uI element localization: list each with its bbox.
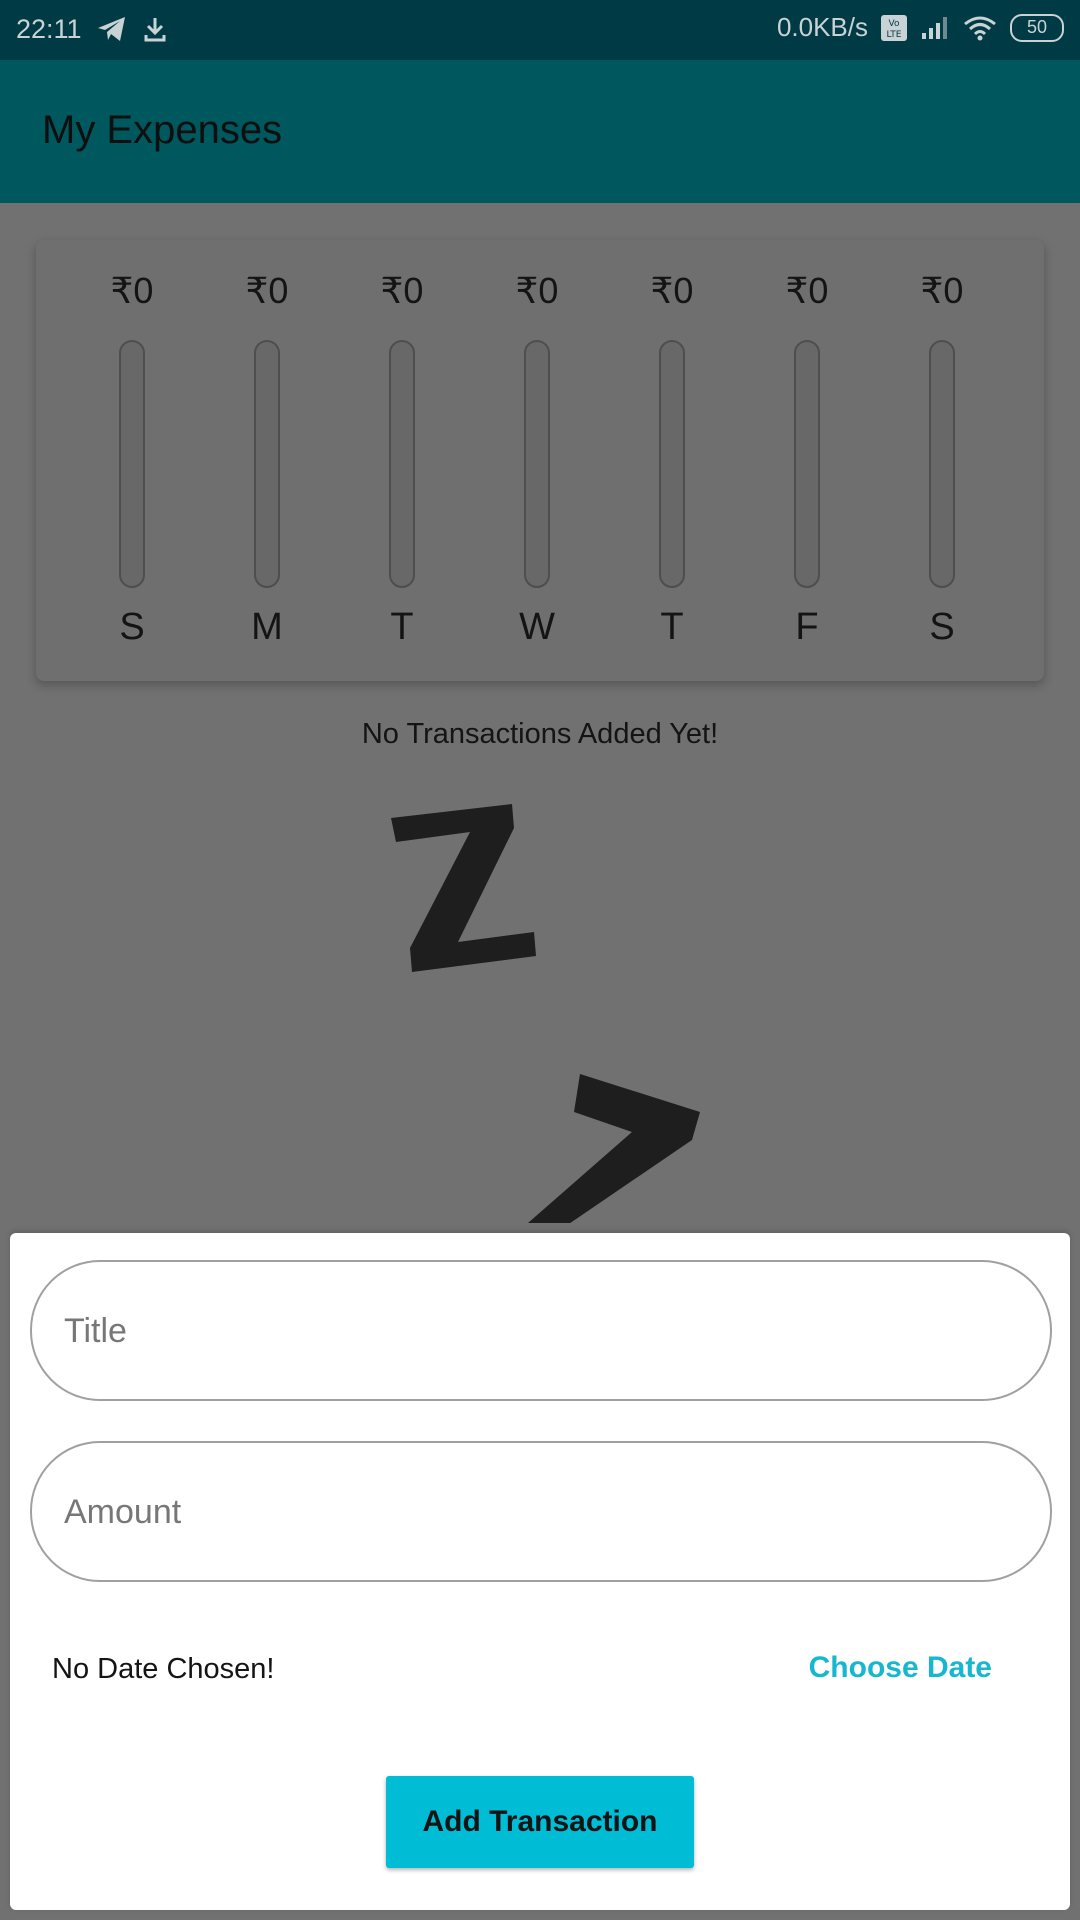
bar-track <box>659 340 685 588</box>
bar-amount: ₹0 <box>245 270 289 311</box>
bar-day-label: T <box>660 606 684 648</box>
wifi-icon <box>964 16 996 40</box>
app-bar: My Expenses <box>0 60 1080 203</box>
network-speed: 0.0KB/s <box>776 12 868 42</box>
battery-level: 50 <box>1026 17 1048 37</box>
chart-bar-thursday: ₹0 T <box>612 240 732 681</box>
chart-bar-friday: ₹0 F <box>747 240 867 681</box>
bar-track <box>254 340 280 588</box>
chart-bar-sunday: ₹0 S <box>72 240 192 681</box>
chosen-date-label: No Date Chosen! <box>52 1653 275 1685</box>
status-time: 22:11 <box>16 14 82 44</box>
amount-input[interactable] <box>62 1443 1016 1582</box>
svg-text:Vo: Vo <box>889 19 900 29</box>
bar-amount: ₹0 <box>380 270 424 311</box>
telegram-icon <box>98 17 125 41</box>
bar-amount: ₹0 <box>920 270 964 311</box>
battery-icon: 50 <box>1010 13 1064 42</box>
download-icon <box>144 18 166 42</box>
title-input[interactable] <box>62 1262 1016 1401</box>
bar-track <box>389 340 415 588</box>
empty-transactions-message: No Transactions Added Yet! <box>361 718 719 750</box>
bar-day-label: F <box>795 606 819 648</box>
bar-amount: ₹0 <box>650 270 694 311</box>
svg-text:LTE: LTE <box>887 30 902 40</box>
sleeping-zzz-image <box>0 760 1080 1223</box>
bar-track <box>929 340 955 588</box>
weekly-chart-card: ₹0 S ₹0 M ₹0 T ₹0 W ₹0 T ₹0 F ₹0 S <box>36 240 1044 681</box>
bar-track <box>119 340 145 588</box>
app-title: My Expenses <box>42 108 283 152</box>
bar-amount: ₹0 <box>110 270 154 311</box>
bar-amount: ₹0 <box>785 270 829 311</box>
chart-bar-saturday: ₹0 S <box>882 240 1002 681</box>
bar-amount: ₹0 <box>515 270 559 311</box>
status-bar: 22:11 0.0KB/s Vo LTE 50 <box>0 0 1080 60</box>
status-right-icons: 0.0KB/s Vo LTE 50 <box>777 12 1064 43</box>
chart-bar-tuesday: ₹0 T <box>342 240 462 681</box>
volte-icon: Vo LTE <box>881 14 907 41</box>
chart-bar-wednesday: ₹0 W <box>477 240 597 681</box>
status-left-icons <box>96 14 168 44</box>
bar-day-label: S <box>119 606 145 648</box>
bar-track <box>794 340 820 588</box>
choose-date-button[interactable]: Choose Date <box>809 1651 992 1685</box>
signal-icon <box>922 16 947 39</box>
bar-day-label: S <box>929 606 955 648</box>
bar-day-label: T <box>390 606 414 648</box>
bar-day-label: W <box>519 606 555 648</box>
chart-bar-monday: ₹0 M <box>207 240 327 681</box>
add-transaction-button[interactable]: Add Transaction <box>386 1776 694 1868</box>
bar-track <box>524 340 550 588</box>
bar-day-label: M <box>251 606 283 648</box>
new-transaction-sheet: No Date Chosen! Choose Date Add Transact… <box>10 1233 1070 1910</box>
amount-field[interactable] <box>30 1441 1052 1582</box>
title-field[interactable] <box>30 1260 1052 1401</box>
